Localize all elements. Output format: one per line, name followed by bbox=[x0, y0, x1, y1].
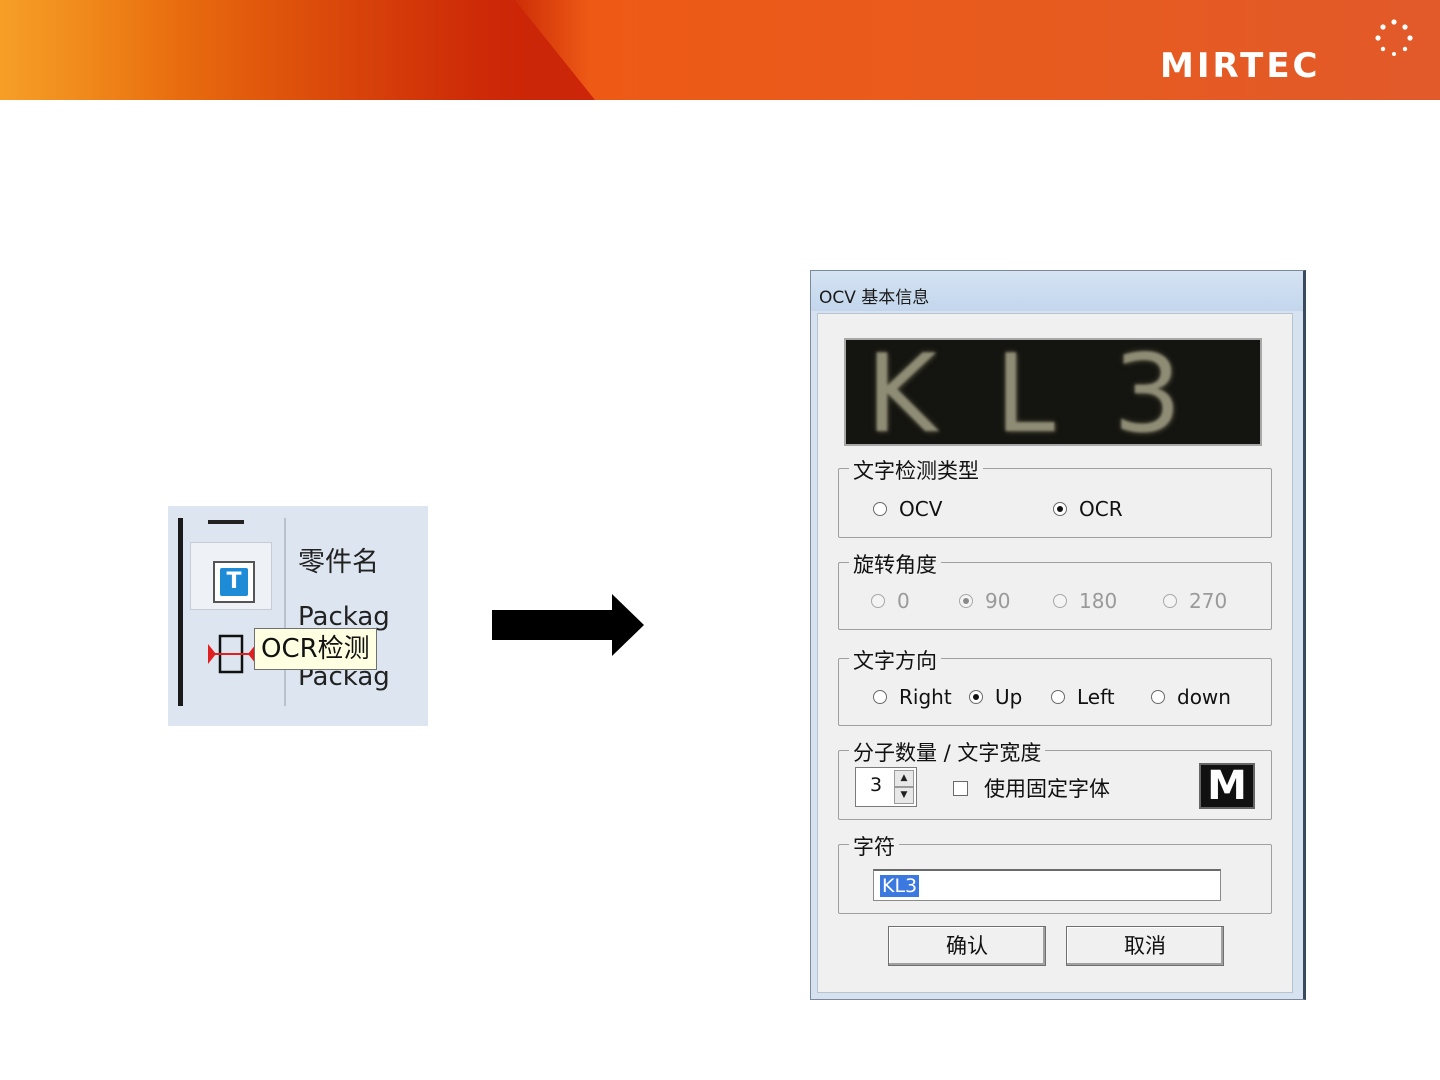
banner-accent bbox=[0, 0, 595, 100]
toolbar-stub bbox=[208, 514, 244, 524]
ocv-dialog: OCV 基本信息 KL3 文字检测类型 OCV OCR 旋转角度 0 90 18… bbox=[810, 270, 1306, 1000]
radio-ocr-indicator[interactable] bbox=[1053, 502, 1067, 516]
radio-dir-right-label: Right bbox=[899, 685, 952, 709]
direction-group: 文字方向 Right Up Left down bbox=[838, 645, 1272, 726]
radio-rotate-270-indicator[interactable] bbox=[1163, 594, 1177, 608]
count-width-group: 分子数量 / 文字宽度 3 ▲ ▼ 使用固定字体 M bbox=[838, 737, 1272, 820]
radio-rotate-270[interactable]: 270 bbox=[1163, 589, 1227, 613]
radio-dir-right[interactable]: Right bbox=[873, 685, 952, 709]
fixed-font-checkbox-box[interactable] bbox=[953, 780, 968, 796]
radio-rotate-90[interactable]: 90 bbox=[959, 589, 1010, 613]
detect-type-group: 文字检测类型 OCV OCR bbox=[838, 455, 1272, 538]
radio-rotate-180[interactable]: 180 bbox=[1053, 589, 1117, 613]
dialog-title: OCV 基本信息 bbox=[819, 288, 930, 308]
brand-logo: MIRTEC bbox=[1160, 46, 1321, 86]
stepper-down-icon[interactable]: ▼ bbox=[894, 787, 914, 804]
radio-dir-up-label: Up bbox=[995, 685, 1023, 709]
radio-rotate-0-indicator[interactable] bbox=[871, 594, 885, 608]
part-name-label: 零件名 bbox=[298, 547, 379, 578]
radio-ocr-label: OCR bbox=[1079, 497, 1123, 521]
direction-legend: 文字方向 bbox=[849, 645, 941, 675]
toolbar-edge bbox=[178, 518, 183, 706]
logo-burst-icon bbox=[1375, 19, 1413, 56]
radio-rotate-0-label: 0 bbox=[897, 589, 910, 613]
radio-rotate-90-indicator[interactable] bbox=[959, 594, 973, 608]
right-arrow-icon bbox=[492, 594, 644, 656]
radio-rotate-180-indicator[interactable] bbox=[1053, 594, 1067, 608]
radio-dir-down-indicator[interactable] bbox=[1151, 690, 1165, 704]
radio-dir-up[interactable]: Up bbox=[969, 685, 1022, 709]
characters-input-selected-text: KL3 bbox=[880, 875, 920, 897]
radio-ocr[interactable]: OCR bbox=[1053, 497, 1123, 521]
preview-characters: KL3 bbox=[866, 338, 1240, 446]
radio-dir-left-indicator[interactable] bbox=[1051, 690, 1065, 704]
fixed-font-checkbox[interactable]: 使用固定字体 bbox=[953, 773, 1110, 803]
char-count-stepper[interactable]: 3 ▲ ▼ bbox=[855, 767, 917, 807]
radio-ocv-indicator[interactable] bbox=[873, 502, 887, 516]
char-count-value: 3 bbox=[870, 774, 883, 796]
radio-dir-down[interactable]: down bbox=[1151, 685, 1231, 709]
detect-type-legend: 文字检测类型 bbox=[849, 455, 983, 485]
rotation-group: 旋转角度 0 90 180 270 bbox=[838, 549, 1272, 630]
dialog-client: KL3 文字检测类型 OCV OCR 旋转角度 0 90 180 270 文字方… bbox=[817, 313, 1293, 993]
slide: MIRTEC T 零件名 Packag Packag OCR检测 OCV 基本信… bbox=[0, 0, 1440, 1080]
count-width-legend: 分子数量 / 文字宽度 bbox=[849, 737, 1046, 767]
radio-ocv-label: OCV bbox=[899, 497, 943, 521]
toolbar-crop: T 零件名 Packag Packag OCR检测 bbox=[168, 506, 428, 726]
characters-legend: 字符 bbox=[849, 831, 899, 861]
ok-button[interactable]: 确认 bbox=[888, 926, 1046, 966]
radio-rotate-0[interactable]: 0 bbox=[871, 589, 910, 613]
character-preview-image: KL3 bbox=[844, 338, 1262, 446]
characters-input[interactable]: KL3 bbox=[873, 869, 1221, 901]
radio-dir-right-indicator[interactable] bbox=[873, 690, 887, 704]
ocr-tool-icon[interactable] bbox=[208, 634, 256, 674]
rotation-legend: 旋转角度 bbox=[849, 549, 941, 579]
radio-dir-up-indicator[interactable] bbox=[969, 690, 983, 704]
ocr-tooltip: OCR检测 bbox=[254, 628, 377, 670]
cancel-button[interactable]: 取消 bbox=[1066, 926, 1224, 966]
font-m-button[interactable]: M bbox=[1199, 763, 1255, 809]
radio-rotate-270-label: 270 bbox=[1189, 589, 1228, 613]
radio-dir-left-label: Left bbox=[1077, 685, 1115, 709]
characters-group: 字符 KL3 bbox=[838, 831, 1272, 914]
t-tool-icon[interactable]: T bbox=[213, 561, 255, 603]
radio-rotate-180-label: 180 bbox=[1079, 589, 1118, 613]
t-tool-glyph: T bbox=[220, 568, 248, 596]
radio-ocv[interactable]: OCV bbox=[873, 497, 942, 521]
dialog-titlebar[interactable]: OCV 基本信息 bbox=[811, 271, 1303, 311]
radio-dir-down-label: down bbox=[1177, 685, 1231, 709]
header-banner: MIRTEC bbox=[0, 0, 1440, 100]
stepper-buttons: ▲ ▼ bbox=[894, 770, 914, 804]
radio-rotate-90-label: 90 bbox=[985, 589, 1011, 613]
radio-dir-left[interactable]: Left bbox=[1051, 685, 1115, 709]
toolbar-separator bbox=[284, 518, 286, 706]
stepper-up-icon[interactable]: ▲ bbox=[894, 770, 914, 787]
fixed-font-label: 使用固定字体 bbox=[984, 777, 1110, 801]
